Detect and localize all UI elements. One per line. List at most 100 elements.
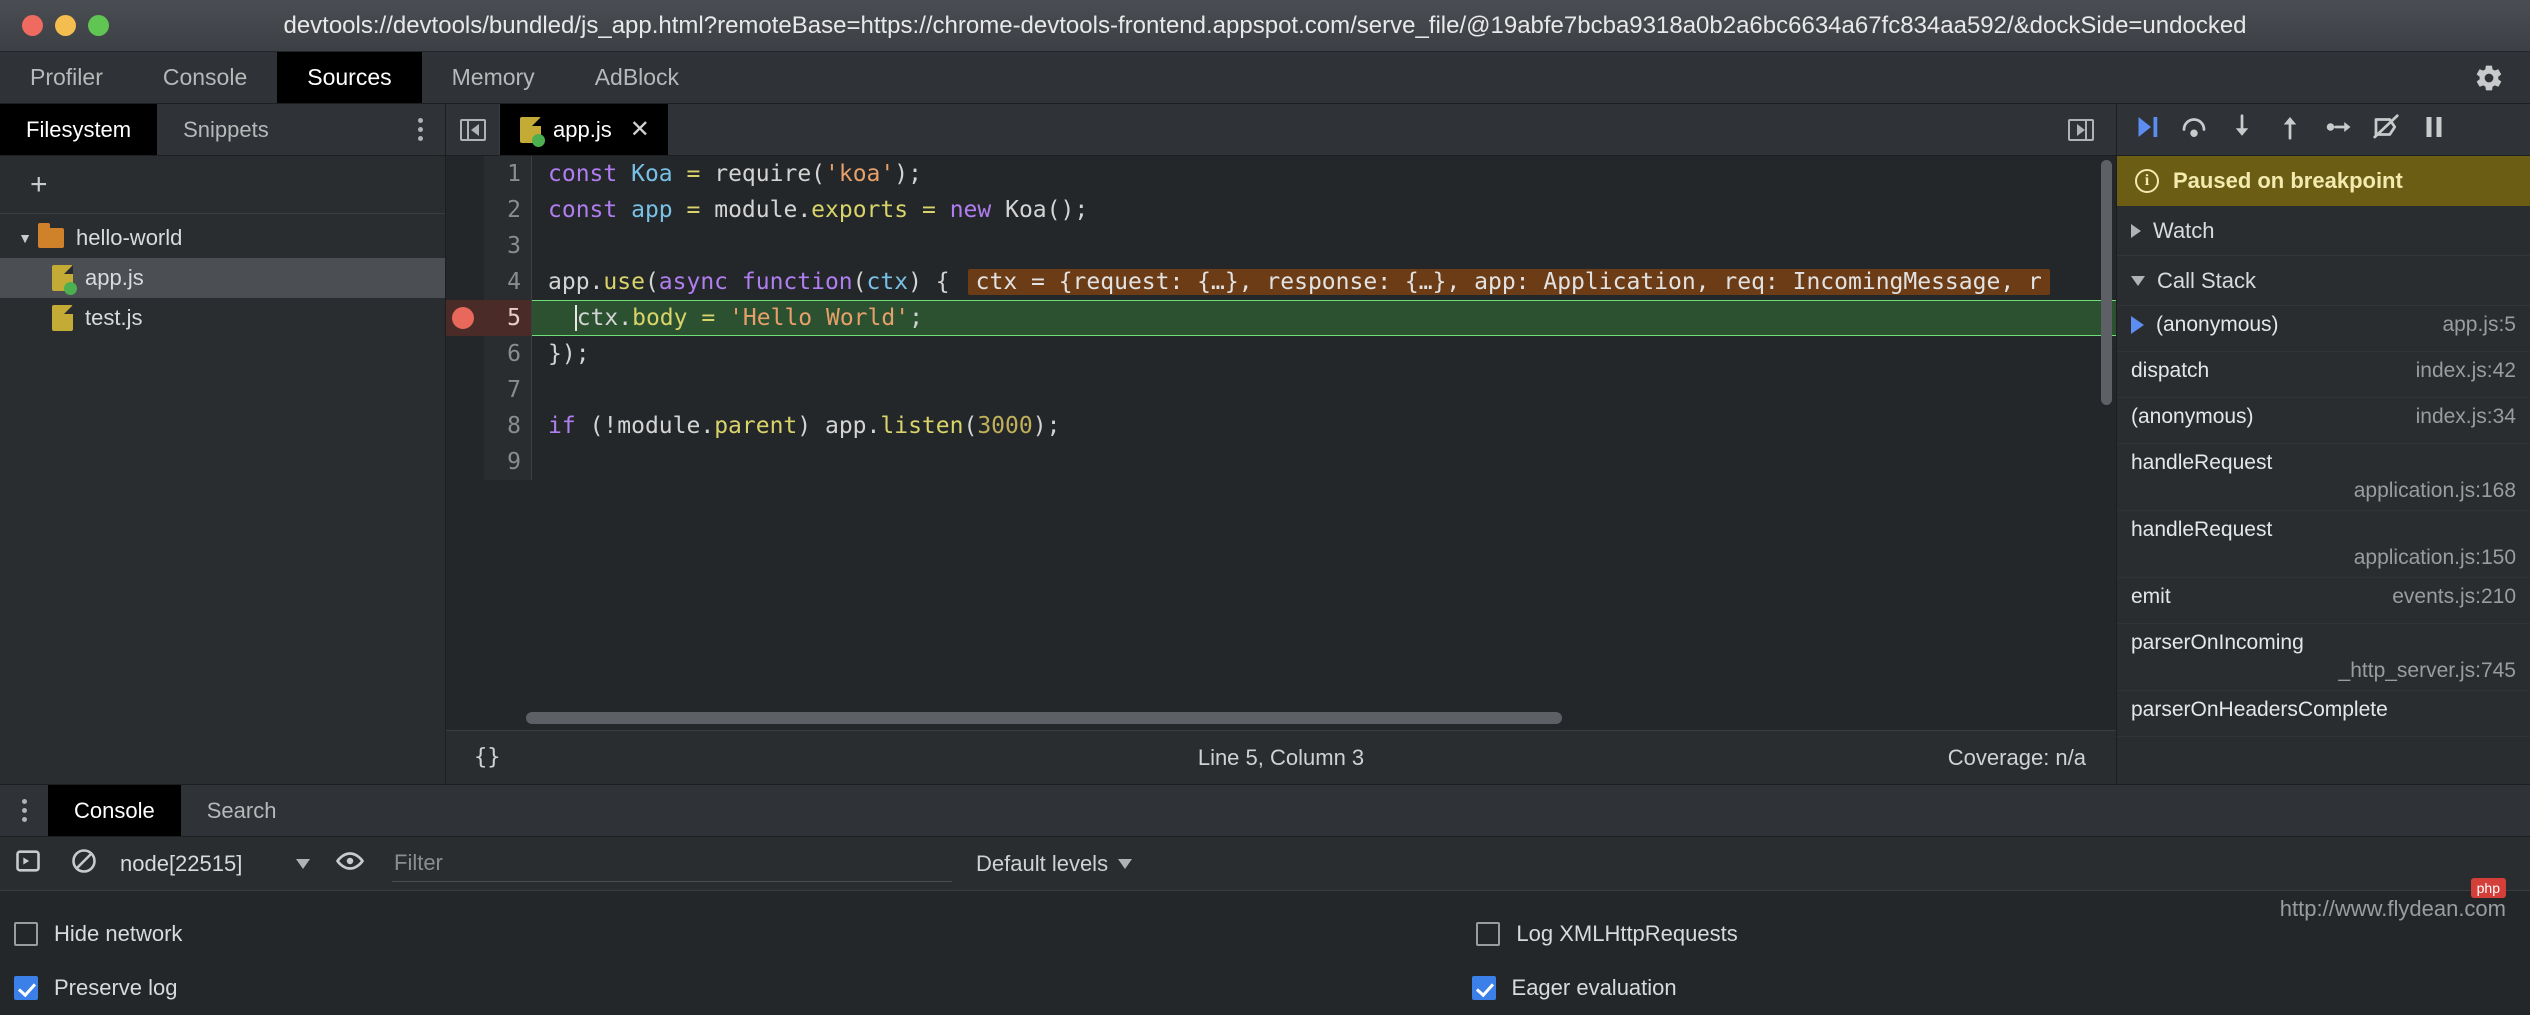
option-preserve-log[interactable]: Preserve log <box>0 975 178 1001</box>
code-text[interactable]: }); <box>532 336 2116 372</box>
breakpoint-marker-icon[interactable] <box>452 307 474 329</box>
editor-horizontal-scrollbar[interactable] <box>526 712 2096 724</box>
chevron-down-icon <box>296 859 310 869</box>
resume-script-execution-button[interactable] <box>2123 107 2169 153</box>
navigator-tab-filesystem[interactable]: Filesystem <box>0 104 157 155</box>
step-button[interactable] <box>2315 107 2361 153</box>
folder-icon <box>38 228 64 248</box>
inline-debug-value[interactable]: ctx = {request: {…}, response: {…}, app:… <box>968 269 2050 295</box>
code-text[interactable]: ctx.body = 'Hello World'; <box>532 300 2116 336</box>
tab-console[interactable]: Console <box>133 52 277 103</box>
live-expression-button[interactable] <box>322 846 378 882</box>
breakpoint-gutter[interactable] <box>446 408 484 444</box>
collapse-navigator-button[interactable] <box>446 104 500 155</box>
window-controls[interactable] <box>22 15 109 36</box>
breakpoint-gutter[interactable] <box>446 192 484 228</box>
tab-profiler[interactable]: Profiler <box>0 52 133 103</box>
tree-folder-hello-world[interactable]: ▼ hello-world <box>0 218 445 258</box>
expand-panel-button[interactable] <box>2046 104 2116 155</box>
breakpoint-gutter[interactable] <box>446 264 484 300</box>
deactivate-breakpoints-button[interactable] <box>2363 107 2409 153</box>
line-number: 3 <box>484 228 532 264</box>
section-call-stack[interactable]: Call Stack <box>2117 256 2530 306</box>
close-icon[interactable]: ✕ <box>630 115 650 144</box>
code-line[interactable]: 8 if (!module.parent) app.listen(3000); <box>446 408 2116 444</box>
breakpoint-gutter[interactable] <box>446 156 484 192</box>
watermark-badge: php <box>2471 878 2506 898</box>
code-text[interactable]: const Koa = require('koa'); <box>532 156 2116 192</box>
console-filter-input[interactable] <box>392 846 952 882</box>
section-watch[interactable]: Watch <box>2117 206 2530 256</box>
code-text[interactable]: app.use(async function(ctx) {ctx = {requ… <box>532 264 2116 300</box>
call-stack-frame[interactable]: parserOnHeadersComplete <box>2117 691 2530 737</box>
editor-tab-app-js[interactable]: app.js ✕ <box>500 104 668 155</box>
frame-function: handleRequest <box>2131 518 2516 542</box>
call-stack-frame[interactable]: dispatch index.js:42 <box>2117 352 2530 398</box>
checkbox[interactable] <box>14 922 38 946</box>
code-line[interactable]: 7 <box>446 372 2116 408</box>
code-line[interactable]: 4 app.use(async function(ctx) {ctx = {re… <box>446 264 2116 300</box>
tree-file-test-js[interactable]: test.js <box>0 298 445 338</box>
call-stack-frame[interactable]: (anonymous) index.js:34 <box>2117 398 2530 444</box>
maximize-window-button[interactable] <box>88 15 109 36</box>
code-editor[interactable]: 1 const Koa = require('koa'); 2 const ap… <box>446 156 2116 730</box>
breakpoint-gutter[interactable] <box>446 372 484 408</box>
code-line[interactable]: 3 <box>446 228 2116 264</box>
live-expression-icon <box>335 846 365 882</box>
navigator-more-button[interactable] <box>396 104 445 155</box>
kebab-menu-icon <box>22 799 27 822</box>
step-into-next-function-call-button[interactable] <box>2219 107 2265 153</box>
navigator-tab-snippets[interactable]: Snippets <box>157 104 295 155</box>
call-stack-frame[interactable]: emit events.js:210 <box>2117 578 2530 624</box>
option-eager-evaluation[interactable]: Eager evaluation <box>1458 975 1677 1001</box>
editor-vertical-scrollbar[interactable] <box>2101 160 2112 704</box>
code-line-paused[interactable]: 5 ctx.body = 'Hello World'; <box>446 300 2116 336</box>
tab-sources[interactable]: Sources <box>277 52 421 103</box>
line-number: 5 <box>484 300 532 336</box>
breakpoint-gutter[interactable] <box>446 336 484 372</box>
code-text[interactable] <box>532 372 2116 408</box>
drawer-more-button[interactable] <box>0 785 48 836</box>
checkbox[interactable] <box>1472 976 1496 1000</box>
breakpoint-gutter[interactable] <box>446 444 484 480</box>
step-out-of-current-function-button[interactable] <box>2267 107 2313 153</box>
checkbox[interactable] <box>14 976 38 1000</box>
call-stack-frame[interactable]: (anonymous) app.js:5 <box>2117 306 2530 352</box>
tree-file-app-js[interactable]: app.js <box>0 258 445 298</box>
tree-item-label: app.js <box>85 265 144 291</box>
close-window-button[interactable] <box>22 15 43 36</box>
add-folder-to-workspace-button[interactable]: + <box>0 156 445 214</box>
code-line[interactable]: 6 }); <box>446 336 2116 372</box>
step-over-next-function-call-button[interactable] <box>2171 107 2217 153</box>
option-hide-network[interactable]: Hide network <box>0 921 182 947</box>
tab-memory[interactable]: Memory <box>422 52 565 103</box>
console-log-levels-selector[interactable]: Default levels <box>976 851 1132 877</box>
code-line[interactable]: 9 <box>446 444 2116 480</box>
code-text[interactable] <box>532 228 2116 264</box>
code-line[interactable]: 2 const app = module.exports = new Koa()… <box>446 192 2116 228</box>
chevron-down-icon[interactable] <box>2131 276 2145 286</box>
option-log-xmlhttprequests[interactable]: Log XMLHttpRequests <box>1462 921 1737 947</box>
code-text[interactable] <box>532 444 2116 480</box>
code-line[interactable]: 1 const Koa = require('koa'); <box>446 156 2116 192</box>
checkbox[interactable] <box>1476 922 1500 946</box>
call-stack-frame[interactable]: parserOnIncoming _http_server.js:745 <box>2117 624 2530 691</box>
tab-adblock[interactable]: AdBlock <box>565 52 709 103</box>
call-stack-frame[interactable]: handleRequest application.js:168 <box>2117 444 2530 511</box>
minimize-window-button[interactable] <box>55 15 76 36</box>
pause-on-exceptions-button[interactable] <box>2411 107 2457 153</box>
drawer-tab-search[interactable]: Search <box>181 785 303 836</box>
console-prompt-button[interactable] <box>0 847 56 881</box>
console-context-selector[interactable]: node[22515] <box>112 851 322 877</box>
drawer-tab-console[interactable]: Console <box>48 785 181 836</box>
call-stack-frame[interactable]: handleRequest application.js:150 <box>2117 511 2530 578</box>
clear-console-button[interactable] <box>56 847 112 881</box>
chevron-down-icon[interactable]: ▼ <box>12 230 38 246</box>
chevron-right-icon[interactable] <box>2131 224 2141 238</box>
code-text[interactable]: if (!module.parent) app.listen(3000); <box>532 408 2116 444</box>
breakpoint-gutter[interactable] <box>446 300 484 336</box>
breakpoint-gutter[interactable] <box>446 228 484 264</box>
console-prompt-icon <box>14 847 42 881</box>
code-text[interactable]: const app = module.exports = new Koa(); <box>532 192 2116 228</box>
settings-button[interactable] <box>2448 52 2530 103</box>
